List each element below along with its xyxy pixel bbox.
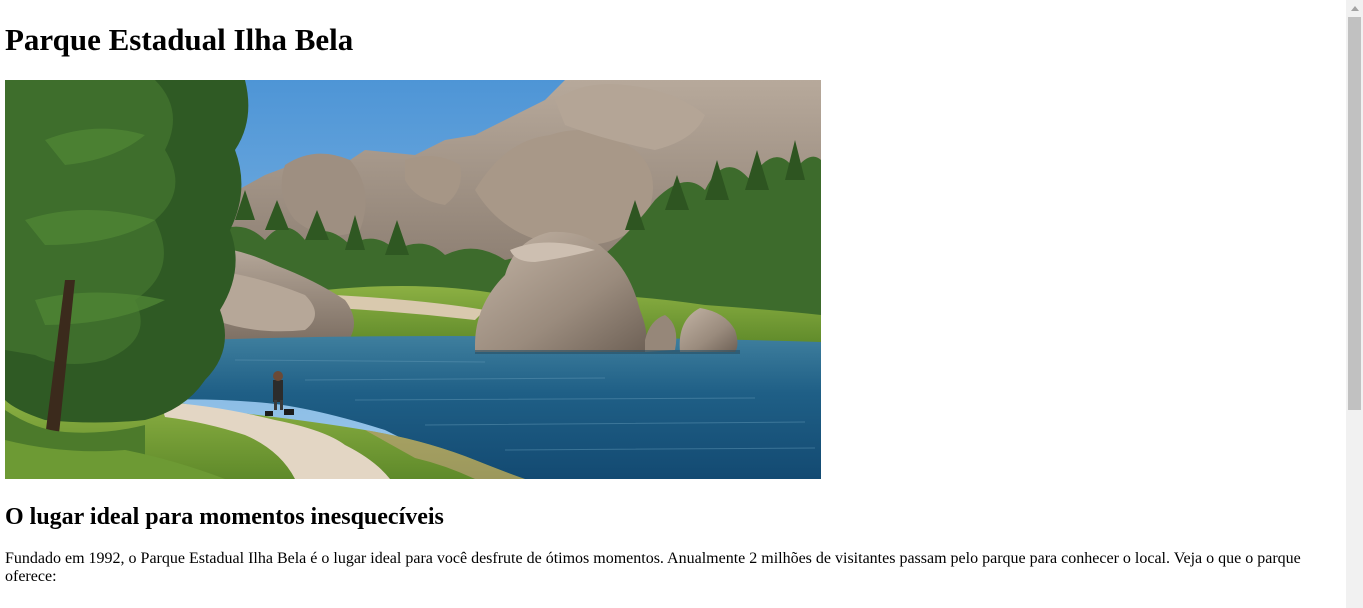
section-heading: O lugar ideal para momentos inesquecívei… — [5, 504, 444, 530]
vertical-scrollbar[interactable] — [1346, 0, 1363, 608]
scrollbar-thumb[interactable] — [1348, 17, 1361, 410]
page-title: Parque Estadual Ilha Bela — [5, 22, 354, 57]
scroll-up-arrow-icon[interactable] — [1346, 0, 1363, 17]
intro-paragraph: Fundado em 1992, o Parque Estadual Ilha … — [5, 550, 1301, 585]
park-hero-image — [5, 80, 821, 479]
